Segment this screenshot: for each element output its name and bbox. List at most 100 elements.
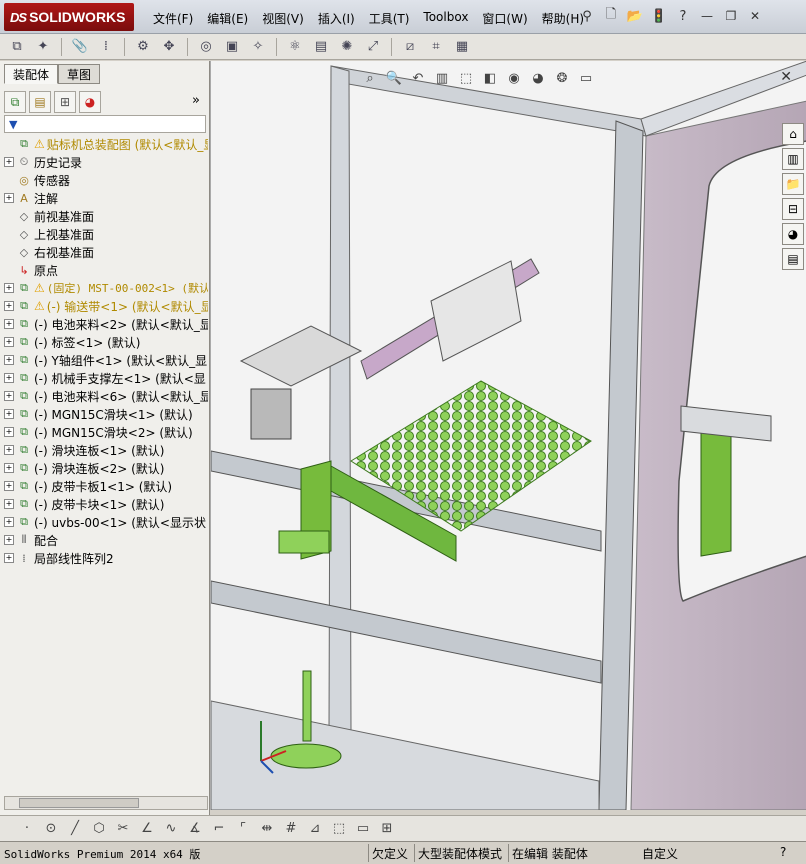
- rebuild-icon[interactable]: 🚦: [650, 7, 668, 25]
- new-document-icon[interactable]: 🗋: [602, 7, 620, 25]
- tree-filter[interactable]: ▼: [4, 115, 206, 133]
- polygon-icon[interactable]: ⬡: [90, 820, 108, 838]
- apply-scene-icon[interactable]: ❂: [553, 69, 571, 87]
- tree-item[interactable]: ◇ 右视基准面: [4, 243, 208, 261]
- tree-expand-toggle[interactable]: +: [4, 445, 14, 455]
- view-orientation-icon[interactable]: ⬚: [457, 69, 475, 87]
- tree-expand-toggle[interactable]: +: [4, 409, 14, 419]
- zoom-to-area-icon[interactable]: 🔍: [385, 69, 403, 87]
- multi-view-icon[interactable]: ⊞: [378, 820, 396, 838]
- tree-expand-toggle[interactable]: +: [4, 373, 14, 383]
- tree-expand-toggle[interactable]: +: [4, 553, 14, 563]
- tree-item[interactable]: + ⧉ (-) 机械手支撑左<1> (默认<显: [4, 369, 208, 387]
- tree-item[interactable]: + ⫴ 配合: [4, 531, 208, 549]
- tab-sketch[interactable]: 草图: [58, 64, 101, 84]
- menu-file[interactable]: 文件(F): [146, 8, 200, 29]
- tree-expand-toggle[interactable]: +: [4, 193, 14, 203]
- tree-item[interactable]: + ⧉ (-) uvbs-00<1> (默认<显示状: [4, 513, 208, 531]
- previous-view-icon[interactable]: ↶: [409, 69, 427, 87]
- menu-insert[interactable]: 插入(I): [311, 8, 362, 29]
- tree-item[interactable]: + ⧉ ⚠ (-) 输送带<1> (默认<默认_显: [4, 297, 208, 315]
- menu-tools[interactable]: 工具(T): [362, 8, 417, 29]
- status-units[interactable]: 自定义: [642, 845, 678, 862]
- edit-appearance-icon[interactable]: ◕: [529, 69, 547, 87]
- scrollbar-thumb[interactable]: [19, 798, 139, 808]
- status-help-icon[interactable]: ?: [780, 845, 786, 859]
- tab-assembly[interactable]: 装配体: [4, 64, 59, 84]
- mate-icon[interactable]: 📎: [69, 37, 91, 57]
- tree-expand-toggle[interactable]: +: [4, 301, 14, 311]
- menu-edit[interactable]: 编辑(E): [200, 8, 255, 29]
- tree-item[interactable]: ◇ 上视基准面: [4, 225, 208, 243]
- close-document-icon[interactable]: ✕: [780, 69, 792, 85]
- clearance-icon[interactable]: ⌗: [425, 37, 447, 57]
- graphics-area[interactable]: ⌕ 🔍 ↶ ▥ ⬚ ◧ ◉ ◕ ❂ ▭ ✕ ⌂ ▥ 📁 ⊟ ◕ ▤: [210, 61, 806, 810]
- assembly-model-view[interactable]: [211, 61, 806, 810]
- move-component-icon[interactable]: ✥: [158, 37, 180, 57]
- appearances-icon[interactable]: ◕: [782, 223, 804, 245]
- section-view-icon[interactable]: ▥: [433, 69, 451, 87]
- property-manager-icon[interactable]: ▤: [29, 91, 51, 113]
- tree-item[interactable]: + ⧉ (-) 皮带卡板1<1> (默认): [4, 477, 208, 495]
- solidworks-logo[interactable]: DS SOLIDWORKS: [4, 3, 134, 31]
- help-icon[interactable]: ?: [674, 7, 692, 25]
- file-explorer-icon[interactable]: 📁: [782, 173, 804, 195]
- tree-item[interactable]: + ⏲ 历史记录: [4, 153, 208, 171]
- minimize-button[interactable]: —: [698, 8, 716, 24]
- relations-icon[interactable]: ⊿: [306, 820, 324, 838]
- menu-window[interactable]: 窗口(W): [475, 8, 534, 29]
- insert-component-icon[interactable]: ⧉: [6, 37, 28, 57]
- new-part-icon[interactable]: ✦: [32, 37, 54, 57]
- instant3d-icon[interactable]: ▦: [451, 37, 473, 57]
- line-icon[interactable]: ╱: [66, 820, 84, 838]
- bill-of-materials-icon[interactable]: ▤: [310, 37, 332, 57]
- tree-item[interactable]: + ⧉ (-) MGN15C滑块<2> (默认): [4, 423, 208, 441]
- trim-icon[interactable]: ✂: [114, 820, 132, 838]
- solidworks-resources-icon[interactable]: ⌂: [782, 123, 804, 145]
- smart-fasteners-icon[interactable]: ⚙: [132, 37, 154, 57]
- tree-item[interactable]: + ⧉ (-) 电池来料<2> (默认<默认_显: [4, 315, 208, 333]
- tree-item[interactable]: + ⧉ (-) 滑块连板<2> (默认): [4, 459, 208, 477]
- tree-expand-toggle[interactable]: +: [4, 463, 14, 473]
- restore-button[interactable]: ❐: [722, 8, 740, 24]
- tree-horizontal-scrollbar[interactable]: [4, 796, 208, 810]
- close-button[interactable]: ✕: [746, 8, 764, 24]
- tree-item[interactable]: + ⧉ (-) MGN15C滑块<1> (默认): [4, 405, 208, 423]
- centerline-icon[interactable]: ∠: [138, 820, 156, 838]
- menu-view[interactable]: 视图(V): [255, 8, 311, 29]
- tree-expand-toggle[interactable]: +: [4, 517, 14, 527]
- interference-detection-icon[interactable]: ⧄: [399, 37, 421, 57]
- expand-panel-icon[interactable]: »: [192, 93, 200, 108]
- point-icon[interactable]: ·: [18, 820, 36, 838]
- tree-expand-toggle[interactable]: +: [4, 481, 14, 491]
- spline-icon[interactable]: ∿: [162, 820, 180, 838]
- explode-line-icon[interactable]: ⤢: [362, 37, 384, 57]
- open-folder-icon[interactable]: 📂: [626, 7, 644, 25]
- construction-geometry-icon[interactable]: ⌜: [234, 820, 252, 838]
- circle-icon[interactable]: ⊙: [42, 820, 60, 838]
- custom-properties-icon[interactable]: ▤: [782, 248, 804, 270]
- show-hidden-icon[interactable]: ◎: [195, 37, 217, 57]
- tree-expand-toggle[interactable]: +: [4, 355, 14, 365]
- tree-item[interactable]: + ⧉ (-) 滑块连板<1> (默认): [4, 441, 208, 459]
- single-view-icon[interactable]: ▭: [354, 820, 372, 838]
- tree-expand-toggle[interactable]: +: [4, 427, 14, 437]
- view-palette-icon[interactable]: ⊟: [782, 198, 804, 220]
- dimension-icon[interactable]: ⇹: [258, 820, 276, 838]
- new-motion-study-icon[interactable]: ⚛: [284, 37, 306, 57]
- reference-geometry-icon[interactable]: ✧: [247, 37, 269, 57]
- display-style-icon[interactable]: ◧: [481, 69, 499, 87]
- tree-expand-toggle[interactable]: +: [4, 535, 14, 545]
- grid-icon[interactable]: #: [282, 820, 300, 838]
- design-library-icon[interactable]: ▥: [782, 148, 804, 170]
- zoom-to-fit-icon[interactable]: ⌕: [361, 69, 379, 87]
- tree-item[interactable]: + ⧉ (-) 电池来料<6> (默认<默认_显: [4, 387, 208, 405]
- rectangle-icon[interactable]: ⌐: [210, 820, 228, 838]
- tree-expand-toggle[interactable]: +: [4, 157, 14, 167]
- tree-expand-toggle[interactable]: +: [4, 337, 14, 347]
- pin-icon[interactable]: ⚲: [578, 7, 596, 25]
- menu-toolbox[interactable]: Toolbox: [416, 8, 475, 29]
- tree-item[interactable]: ◇ 前视基准面: [4, 207, 208, 225]
- tree-expand-toggle[interactable]: +: [4, 499, 14, 509]
- tree-item[interactable]: + ⧉ (-) 标签<1> (默认): [4, 333, 208, 351]
